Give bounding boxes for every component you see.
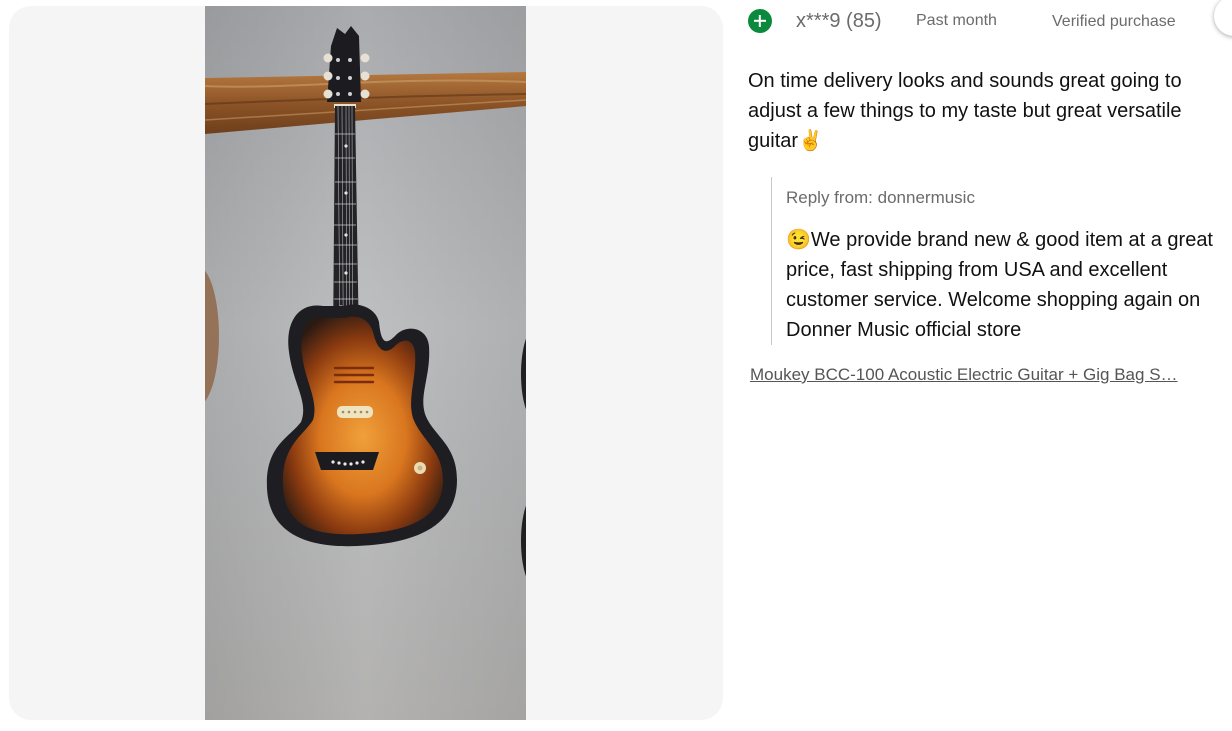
- review-content: x***9 (85) Past month Verified purchase …: [748, 0, 1232, 731]
- reply-body-text: 😉We provide brand new & good item at a g…: [786, 229, 1213, 341]
- reviewer-name[interactable]: x***9 (85): [796, 10, 882, 33]
- verified-purchase-label: Verified purchase: [1052, 13, 1176, 30]
- close-button[interactable]: [1214, 0, 1232, 36]
- review-meta-row: x***9 (85) Past month Verified purchase: [748, 0, 1232, 36]
- review-photo-panel: [9, 6, 723, 720]
- product-link[interactable]: Moukey BCC-100 Acoustic Electric Guitar …: [750, 365, 1206, 385]
- review-photo-guitar: [205, 6, 526, 720]
- review-body-text: On time delivery looks and sounds great …: [748, 70, 1182, 152]
- review-time: Past month: [916, 12, 997, 29]
- review-detail-view: x***9 (85) Past month Verified purchase …: [0, 0, 1232, 731]
- seller-reply: Reply from: donnermusic 😉We provide bran…: [771, 177, 1232, 345]
- plus-circle-icon: [748, 9, 772, 33]
- reply-label: Reply from: donnermusic: [786, 188, 975, 207]
